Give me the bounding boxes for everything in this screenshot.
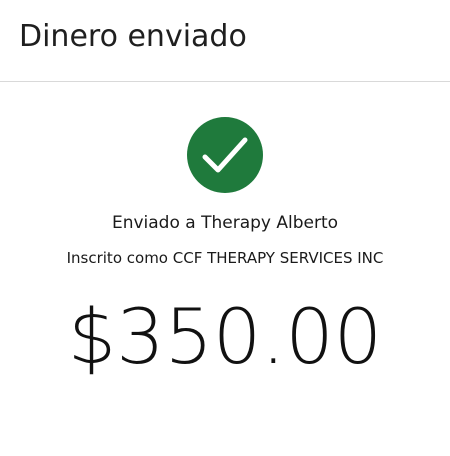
page-header: Dinero enviado	[0, 0, 450, 82]
recipient-registered-as: Inscrito como CCF THERAPY SERVICES INC	[66, 249, 384, 267]
success-badge	[187, 117, 263, 193]
payment-amount: $350.00	[67, 292, 383, 381]
recipient-sent-to: Enviado a Therapy Alberto	[111, 213, 339, 233]
page-title: Dinero enviado	[19, 19, 247, 54]
checkmark-icon	[202, 137, 248, 173]
